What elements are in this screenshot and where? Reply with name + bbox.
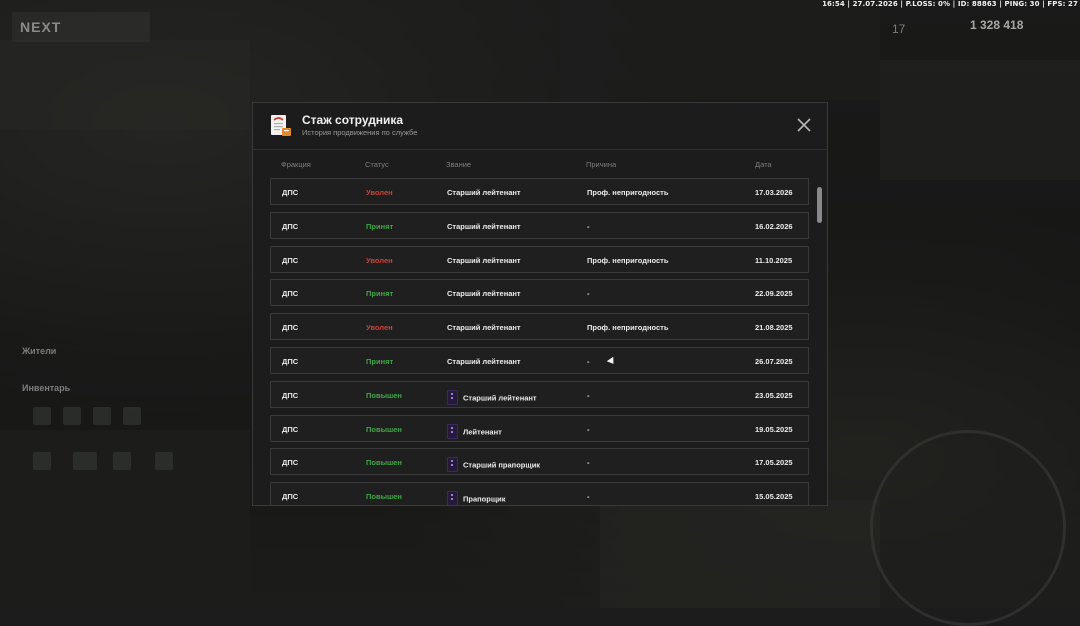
hud-money: 1 328 418 (970, 18, 1024, 32)
row-date: 26.07.2025 (755, 357, 793, 366)
row-status: Повышен (366, 424, 402, 434)
row-reason: - (587, 458, 590, 468)
row-reason: Проф. непригодность (587, 255, 669, 265)
hud-inventory-label: Инвентарь (22, 383, 71, 393)
inventory-slot (93, 407, 111, 425)
inventory-slot (123, 407, 141, 425)
row-status: Принят (366, 221, 394, 231)
inventory-slot (155, 452, 173, 470)
inventory-slot (113, 452, 131, 470)
hud-level: 17 (892, 22, 906, 36)
row-date: 23.05.2025 (755, 390, 793, 400)
column-header-status: Статус (365, 160, 389, 169)
row-faction: ДПС (282, 390, 299, 400)
table-row[interactable]: ДПС Повышен Лейтенант - 19.05.2025 (270, 414, 809, 442)
row-faction: ДПС (282, 221, 299, 231)
row-reason: - (587, 390, 590, 400)
column-header-date: Дата (755, 160, 772, 169)
row-date: 15.05.2025 (755, 492, 793, 502)
row-date: 19.05.2025 (755, 424, 793, 434)
row-date: 17.03.2026 (755, 188, 793, 197)
row-reason: - (587, 289, 590, 299)
table-row[interactable]: ДПС Повышен Прапорщик - 15.05.2025 (270, 482, 809, 505)
inventory-slot (33, 407, 51, 425)
row-reason: Проф. непригодность (587, 323, 669, 333)
modal-subtitle: История продвижения по службе (302, 128, 418, 137)
row-rank: Старший прапорщик (447, 457, 541, 473)
modal-title: Стаж сотрудника (302, 113, 404, 127)
row-status: Повышен (366, 390, 402, 400)
modal-header: Стаж сотрудника История продвижения по с… (253, 103, 827, 150)
row-status: Повышен (366, 492, 402, 502)
column-header-rank: Звание (446, 160, 472, 169)
row-rank-label: Прапорщик (463, 494, 506, 504)
row-status: Принят (366, 289, 394, 299)
table-row[interactable]: ДПС Уволен Старший лейтенант Проф. непригод… (270, 178, 809, 205)
rank-insignia-icon (447, 423, 458, 439)
document-icon (271, 115, 291, 136)
row-rank: Старший лейтенант (447, 357, 521, 366)
table-row[interactable]: ДПС Принят Старший лейтенант - 16.02.2026 (270, 211, 809, 239)
row-status: Уволен (366, 188, 393, 197)
scrollbar-thumb[interactable] (817, 187, 822, 223)
rank-insignia-icon (447, 491, 458, 505)
hud-health-label: Жители (22, 346, 57, 356)
inventory-slot (73, 452, 97, 470)
row-faction: ДПС (282, 323, 299, 333)
table-row[interactable]: ДПС Принят Старший лейтенант - 26.07.2025 (270, 347, 809, 374)
row-rank: Старший лейтенант (447, 289, 521, 299)
row-reason: - (587, 492, 590, 502)
inventory-slot (63, 407, 81, 425)
row-reason: - (587, 357, 590, 366)
table-row[interactable]: ДПС Уволен Старший лейтенант Проф. непригод… (270, 313, 809, 341)
row-status: Уволен (366, 255, 393, 265)
rank-insignia-icon (447, 389, 458, 405)
row-faction: ДПС (282, 492, 299, 502)
row-reason: Проф. непригодность (587, 188, 669, 197)
row-date: 17.05.2025 (755, 458, 793, 468)
row-date: 11.10.2025 (755, 255, 793, 265)
row-date: 21.08.2025 (755, 323, 793, 333)
row-reason: - (587, 221, 590, 231)
row-status: Принят (366, 357, 394, 366)
row-rank: Старший лейтенант (447, 323, 521, 333)
row-faction: ДПС (282, 289, 299, 299)
table-row[interactable]: ДПС Принят Старший лейтенант - 22.09.2025 (270, 279, 809, 307)
row-date: 22.09.2025 (755, 289, 793, 299)
row-rank-label: Лейтенант (463, 427, 502, 437)
row-rank: Старший лейтенант (447, 389, 537, 406)
table-row[interactable]: ДПС Повышен Старший лейтенант - 23.05.2025 (270, 380, 809, 408)
speedometer (870, 430, 1066, 626)
server-logo: NEXT (12, 12, 150, 42)
row-rank: Старший лейтенант (447, 255, 521, 265)
status-bar: 16:54 | 27.07.2026 | P.LOSS: 0% | ID: 88… (822, 0, 1078, 8)
employee-service-history-modal: Стаж сотрудника История продвижения по с… (252, 102, 828, 506)
table-row[interactable]: ДПС Повышен Старший прапорщик - 17.05.2025 (270, 448, 809, 476)
row-reason: - (587, 424, 590, 434)
row-faction: ДПС (282, 188, 299, 197)
close-icon[interactable] (795, 116, 813, 134)
table-row[interactable]: ДПС Уволен Старший лейтенант Проф. непригод… (270, 245, 809, 273)
row-status: Повышен (366, 458, 402, 468)
row-rank: Старший лейтенант (447, 188, 521, 197)
inventory-slot (33, 452, 51, 470)
column-header-reason: Причина (586, 160, 617, 169)
row-faction: ДПС (282, 357, 299, 366)
row-status: Уволен (366, 323, 393, 333)
column-header-faction: Фракция (281, 160, 311, 169)
row-faction: ДПС (282, 458, 299, 468)
row-rank: Лейтенант (447, 423, 502, 440)
rank-insignia-icon (447, 457, 458, 473)
row-faction: ДПС (282, 255, 299, 265)
row-rank: Прапорщик (447, 491, 506, 505)
row-rank-label: Старший прапорщик (463, 460, 541, 470)
row-rank-label: Старший лейтенант (463, 393, 537, 403)
row-date: 16.02.2026 (755, 221, 793, 231)
row-faction: ДПС (282, 424, 299, 434)
row-rank: Старший лейтенант (447, 221, 521, 231)
history-table[interactable]: ДПС Уволен Старший лейтенант Проф. непригод… (270, 178, 811, 505)
